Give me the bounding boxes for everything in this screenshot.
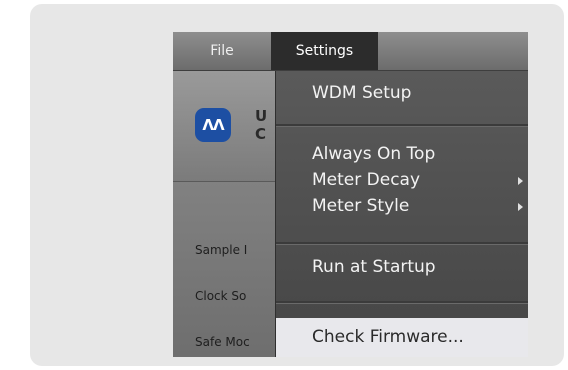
sample-rate-label: Sample I	[195, 243, 248, 257]
menu-separator	[276, 242, 528, 245]
app-title-line-1: U	[255, 107, 268, 125]
app-title: U C	[255, 107, 267, 143]
safe-mode-label: Safe Moc	[195, 335, 250, 349]
menu-settings[interactable]: Settings	[271, 32, 378, 70]
app-title-line-2: C	[255, 125, 267, 143]
menu-bar: File Settings	[173, 32, 528, 71]
app-window: ΛΛ U C Sample I Clock So Safe Moc	[173, 71, 275, 357]
submenu-arrow-icon	[518, 203, 523, 211]
menu-item-highlight[interactable]: Check Firmware...	[276, 318, 528, 357]
logo-header: ΛΛ U C	[173, 71, 275, 182]
screenshot-card: File Settings ΛΛ U C Sample I Clock So S…	[30, 4, 564, 366]
settings-dropdown: WDM Setup Always On Top Meter Decay Mete…	[275, 71, 528, 357]
app-screenshot: File Settings ΛΛ U C Sample I Clock So S…	[173, 32, 528, 357]
menu-item-meter-style[interactable]: Meter Style	[312, 196, 409, 216]
menu-item-always-on-top[interactable]: Always On Top	[312, 144, 435, 164]
submenu-arrow-icon	[518, 177, 523, 185]
menu-separator	[276, 124, 528, 127]
menu-item-wdm-setup[interactable]: WDM Setup	[312, 83, 411, 103]
clock-source-label: Clock So	[195, 289, 247, 303]
menu-item-run-at-startup[interactable]: Run at Startup	[312, 257, 436, 277]
menu-file[interactable]: File	[173, 32, 271, 70]
presonus-logo-icon: ΛΛ	[195, 108, 231, 142]
menu-separator	[276, 301, 528, 304]
menu-item-meter-decay[interactable]: Meter Decay	[312, 170, 420, 190]
menu-item-check-firmware[interactable]: Check Firmware...	[312, 327, 464, 347]
